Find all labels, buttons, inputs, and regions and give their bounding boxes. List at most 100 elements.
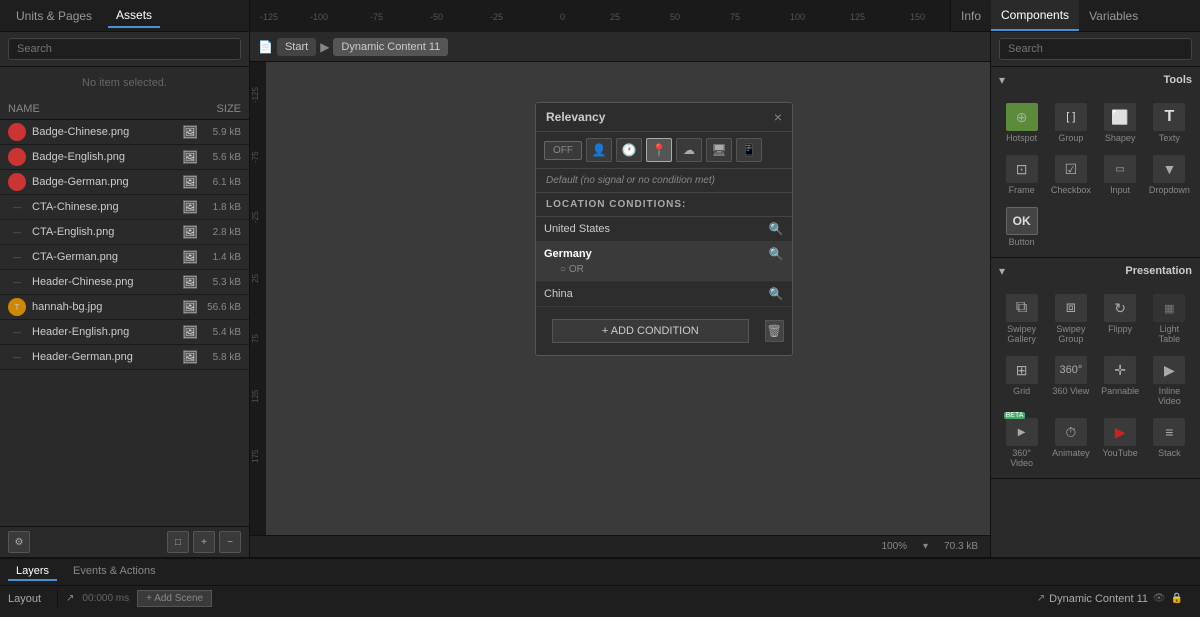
hotspot-label: Hotspot xyxy=(1006,133,1037,143)
beta-badge: BETA xyxy=(1004,412,1026,419)
pannable-label: Pannable xyxy=(1101,386,1139,396)
file-color-icon xyxy=(8,148,26,166)
tab-units-pages[interactable]: Units & Pages xyxy=(8,5,100,27)
delete-condition-button[interactable]: 🗑 xyxy=(765,320,784,342)
file-name: hannah-bg.jpg xyxy=(32,301,183,313)
list-item[interactable]: — Header-English.png 🖼 5.4 kB xyxy=(0,320,249,345)
presentation-section-header[interactable]: ▾ Presentation xyxy=(991,258,1200,284)
modal-section-title: LOCATION CONDITIONS: xyxy=(536,193,792,217)
modal-time-icon[interactable]: 🕐 xyxy=(616,138,642,162)
file-name: CTA-Chinese.png xyxy=(32,201,183,213)
search-input[interactable] xyxy=(8,38,241,60)
hotspot-tool[interactable]: ⊕ Hotspot xyxy=(999,99,1044,147)
col-name: NAME xyxy=(8,103,40,115)
breadcrumb-current[interactable]: Dynamic Content 11 xyxy=(333,38,448,56)
stack-tool[interactable]: ≡ Stack xyxy=(1147,414,1192,472)
group-tool[interactable]: [ ] Group xyxy=(1048,99,1093,147)
condition-germany-search-icon[interactable]: 🔍 xyxy=(768,246,784,262)
tab-assets[interactable]: Assets xyxy=(108,4,160,28)
left-panel: No item selected. NAME SIZE Badge-Chines… xyxy=(0,32,250,557)
file-size: 5.9 kB xyxy=(201,127,241,138)
list-item[interactable]: — Header-Chinese.png 🖼 5.3 kB xyxy=(0,270,249,295)
modal-users-icon[interactable]: 👤 xyxy=(586,138,612,162)
modal-weather-icon[interactable]: ☁ xyxy=(676,138,702,162)
list-item[interactable]: — CTA-German.png 🖼 1.4 kB xyxy=(0,245,249,270)
modal-off-button[interactable]: OFF xyxy=(544,141,582,160)
svg-text:-100: -100 xyxy=(310,12,328,22)
pannable-tool[interactable]: ✛ Pannable xyxy=(1098,352,1143,410)
shapey-tool[interactable]: ⬜ Shapey xyxy=(1098,99,1143,147)
tools-section: ▾ Tools ⊕ Hotspot [ ] Group ⬜ Shapey T xyxy=(991,67,1200,258)
layer-lock-icon[interactable]: 🔒 xyxy=(1170,592,1184,606)
condition-search-icon[interactable]: 🔍 xyxy=(768,221,784,237)
timeline-layer-icons: 👁 🔒 xyxy=(1152,592,1184,606)
flippy-label: Flippy xyxy=(1108,324,1132,334)
list-item[interactable]: — CTA-Chinese.png 🖼 1.8 kB xyxy=(0,195,249,220)
inline-video-tool[interactable]: ▶ Inline Video xyxy=(1147,352,1192,410)
texty-tool[interactable]: T Texty xyxy=(1147,99,1192,147)
button-tool[interactable]: OK Button xyxy=(999,203,1044,251)
swipey-gallery-label: Swipey Gallery xyxy=(1001,324,1042,344)
list-item[interactable]: Badge-English.png 🖼 5.6 kB xyxy=(0,145,249,170)
left-panel-search-area xyxy=(0,32,249,67)
add-scene-button[interactable]: + Add Scene xyxy=(137,590,212,607)
svg-text:25: 25 xyxy=(610,12,620,22)
dropdown-tool[interactable]: ▼ Dropdown xyxy=(1147,151,1192,199)
svg-text:50: 50 xyxy=(670,12,680,22)
list-item[interactable]: — CTA-English.png 🖼 2.8 kB xyxy=(0,220,249,245)
list-item[interactable]: — Header-German.png 🖼 5.8 kB xyxy=(0,345,249,370)
timeline-time: 00:000 ms xyxy=(82,593,129,604)
file-name: CTA-English.png xyxy=(32,226,183,238)
light-table-label: Light Table xyxy=(1149,324,1190,344)
tools-section-header[interactable]: ▾ Tools xyxy=(991,67,1200,93)
center-area: 📄 Start ▶ Dynamic Content 11 -125 -75 -2… xyxy=(250,32,990,557)
tab-variables[interactable]: Variables xyxy=(1079,0,1148,31)
youtube-tool[interactable]: ▶ YouTube xyxy=(1098,414,1143,472)
components-search-input[interactable] xyxy=(999,38,1192,60)
timeline-layer-item: ↗ Dynamic Content 11 👁 🔒 xyxy=(1029,592,1192,606)
modal-header: Relevancy × xyxy=(536,103,792,132)
add-item-button[interactable]: □ xyxy=(167,531,189,553)
flippy-tool[interactable]: ↻ Flippy xyxy=(1098,290,1143,348)
tab-events-actions[interactable]: Events & Actions xyxy=(65,563,164,581)
file-color-icon: — xyxy=(8,223,26,241)
360-view-tool[interactable]: 360° 360 View xyxy=(1048,352,1093,410)
stack-label: Stack xyxy=(1158,448,1181,458)
swipey-gallery-tool[interactable]: ⧉ Swipey Gallery xyxy=(999,290,1044,348)
file-name: Badge-English.png xyxy=(32,151,183,163)
input-tool[interactable]: ▭ Input xyxy=(1098,151,1143,199)
condition-china-search-icon[interactable]: 🔍 xyxy=(768,286,784,302)
swipey-group-tool[interactable]: ⧈ Swipey Group xyxy=(1048,290,1093,348)
360-video-tool[interactable]: BETA ▶ 360° Video xyxy=(999,414,1044,472)
light-table-tool[interactable]: ▦ Light Table xyxy=(1147,290,1192,348)
svg-text:-125: -125 xyxy=(260,12,278,22)
list-item[interactable]: Badge-Chinese.png 🖼 5.9 kB xyxy=(0,120,249,145)
tab-info[interactable]: Info xyxy=(951,0,991,31)
tab-layers[interactable]: Layers xyxy=(8,563,57,581)
add-condition-button[interactable]: + ADD CONDITION xyxy=(552,319,749,343)
swipey-gallery-icon: ⧉ xyxy=(1006,294,1038,322)
grid-tool[interactable]: ⊞ Grid xyxy=(999,352,1044,410)
frame-tool[interactable]: ⊡ Frame xyxy=(999,151,1044,199)
add-item-alt-button[interactable]: + xyxy=(193,531,215,553)
animatey-tool[interactable]: ⏱ Animatey xyxy=(1048,414,1093,472)
presentation-grid: ⧉ Swipey Gallery ⧈ Swipey Group ↻ Flippy… xyxy=(991,284,1200,478)
vertical-ruler: -125 -75 -25 25 75 125 175 xyxy=(250,62,266,535)
canvas-container[interactable]: -125 -75 -25 25 75 125 175 HANNAH BEAUT xyxy=(250,62,990,535)
modal-device-icon[interactable]: 🖥 xyxy=(706,138,732,162)
checkbox-tool[interactable]: ☑ Checkbox xyxy=(1048,151,1093,199)
breadcrumb-start[interactable]: Start xyxy=(277,38,316,56)
file-size: 6.1 kB xyxy=(201,177,241,188)
settings-button[interactable]: ⚙ xyxy=(8,531,30,553)
or-text: OR xyxy=(569,264,584,275)
remove-item-button[interactable]: − xyxy=(219,531,241,553)
svg-text:125: 125 xyxy=(251,389,260,403)
modal-location-icon[interactable]: 📍 xyxy=(646,138,672,162)
tab-components[interactable]: Components xyxy=(991,0,1079,31)
list-item[interactable]: Badge-German.png 🖼 6.1 kB xyxy=(0,170,249,195)
modal-close-button[interactable]: × xyxy=(774,109,782,125)
layer-visibility-icon[interactable]: 👁 xyxy=(1152,592,1166,606)
modal-mobile-icon[interactable]: 📱 xyxy=(736,138,762,162)
list-item[interactable]: T hannah-bg.jpg 🖼 56.6 kB xyxy=(0,295,249,320)
svg-text:150: 150 xyxy=(910,12,925,22)
